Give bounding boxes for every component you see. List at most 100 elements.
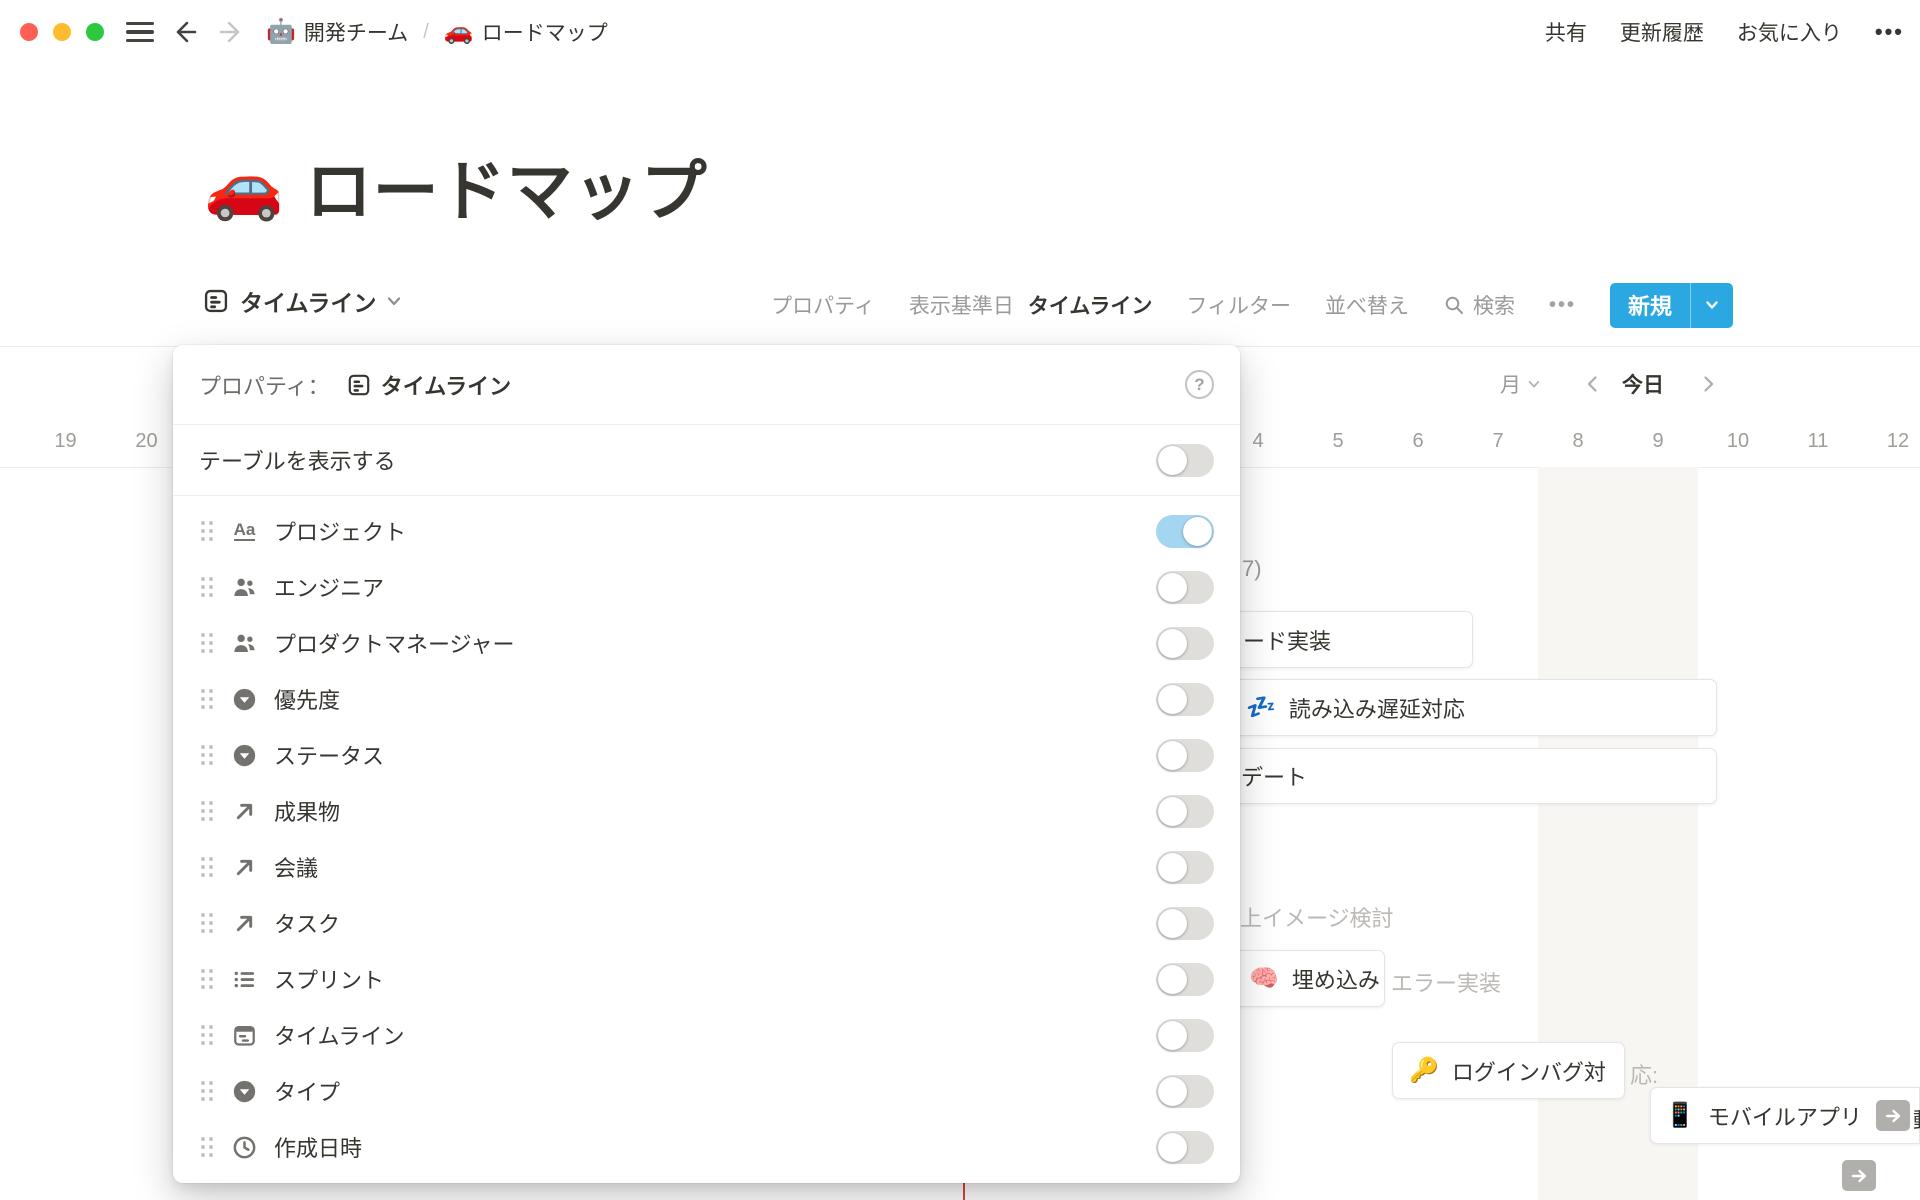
property-visibility-toggle[interactable] <box>1156 1075 1214 1108</box>
property-visibility-toggle[interactable] <box>1156 571 1214 604</box>
drag-handle-icon[interactable] <box>199 1134 215 1160</box>
property-row[interactable]: 優先度 <box>173 671 1240 727</box>
minimize-window-button[interactable] <box>53 23 71 41</box>
property-visibility-toggle[interactable] <box>1156 907 1214 940</box>
property-row[interactable]: タスク <box>173 895 1240 951</box>
property-visibility-toggle[interactable] <box>1156 1019 1214 1052</box>
back-icon[interactable] <box>170 18 198 46</box>
chevron-down-icon <box>386 293 402 309</box>
sidebar-menu-icon[interactable] <box>126 22 154 42</box>
toggle-knob <box>1158 1077 1187 1106</box>
forward-icon[interactable] <box>218 18 246 46</box>
timeline-date[interactable]: 7 <box>1458 424 1538 458</box>
group-header-fragment: 7) <box>1242 556 1262 582</box>
property-label: プロダクトマネージャー <box>274 627 514 659</box>
list-icon <box>231 966 258 993</box>
drag-handle-icon[interactable] <box>199 966 215 992</box>
property-label: 優先度 <box>274 683 340 715</box>
timeline-date[interactable]: 8 <box>1538 424 1618 458</box>
timeline-date[interactable]: 10 <box>1698 424 1778 458</box>
group-by-date-button[interactable]: 表示基準日 タイムライン <box>909 290 1153 320</box>
zoom-window-button[interactable] <box>86 23 104 41</box>
timeline-scale-select[interactable]: 月 <box>1500 364 1541 404</box>
card-overflow-title: 上イメージ検討 <box>1240 901 1394 933</box>
relation-icon <box>231 854 258 881</box>
drag-handle-icon[interactable] <box>199 574 215 600</box>
scroll-to-card-arrow-icon[interactable] <box>1876 1100 1910 1131</box>
timeline-today-button[interactable]: 今日 <box>1622 364 1664 404</box>
timeline-date[interactable]: 5 <box>1298 424 1378 458</box>
property-row[interactable]: タイプ <box>173 1063 1240 1119</box>
close-window-button[interactable] <box>20 23 38 41</box>
search-icon <box>1443 294 1465 316</box>
brain-emoji-icon: 🧠 <box>1249 967 1279 991</box>
more-options-icon[interactable]: ••• <box>1875 19 1904 45</box>
timeline-next-icon[interactable] <box>1698 364 1718 404</box>
property-visibility-toggle[interactable] <box>1156 739 1214 772</box>
drag-handle-icon[interactable] <box>199 910 215 936</box>
property-visibility-toggle[interactable] <box>1156 683 1214 716</box>
property-visibility-toggle[interactable] <box>1156 627 1214 660</box>
property-row[interactable]: プロダクトマネージャー <box>173 615 1240 671</box>
view-more-options-icon[interactable]: ••• <box>1549 294 1576 317</box>
timeline-card[interactable]: 🔑 ログインバグ対 <box>1392 1042 1625 1099</box>
properties-button[interactable]: プロパティ <box>771 290 875 320</box>
property-label: 作成日時 <box>274 1131 362 1163</box>
new-button-chevron-down-icon[interactable] <box>1691 283 1733 328</box>
drag-handle-icon[interactable] <box>199 742 215 768</box>
robot-emoji-icon: 🤖 <box>266 20 296 44</box>
notion-app-window: 🤖 開発チーム / 🚗 ロードマップ 共有 更新履歴 お気に入り ••• 🚗 ロ… <box>0 0 1920 1200</box>
sort-button[interactable]: 並べ替え <box>1325 290 1409 320</box>
share-button[interactable]: 共有 <box>1545 17 1587 47</box>
property-visibility-toggle[interactable] <box>1156 851 1214 884</box>
updates-button[interactable]: 更新履歴 <box>1620 17 1704 47</box>
timeline-date[interactable]: 19 <box>25 424 106 458</box>
property-row[interactable]: 作成日時 <box>173 1119 1240 1175</box>
show-table-label: テーブルを表示する <box>199 444 396 476</box>
property-label: タイムライン <box>274 1019 404 1051</box>
timeline-date[interactable]: 6 <box>1378 424 1458 458</box>
property-visibility-toggle[interactable] <box>1156 963 1214 996</box>
help-icon[interactable]: ? <box>1185 370 1214 399</box>
drag-handle-icon[interactable] <box>199 1022 215 1048</box>
page-icon-car-emoji[interactable]: 🚗 <box>204 154 284 218</box>
property-row[interactable]: 成果物 <box>173 783 1240 839</box>
timeline-date[interactable]: 9 <box>1618 424 1698 458</box>
property-row[interactable]: タイムライン <box>173 1007 1240 1063</box>
chevron-down-icon <box>1527 377 1541 391</box>
timeline-date[interactable]: 12 <box>1858 424 1920 458</box>
property-visibility-toggle[interactable] <box>1156 795 1214 828</box>
page-title[interactable]: ロードマップ <box>306 138 708 234</box>
property-visibility-toggle[interactable] <box>1156 515 1214 548</box>
new-button-label[interactable]: 新規 <box>1610 283 1690 328</box>
drag-handle-icon[interactable] <box>199 854 215 880</box>
new-button[interactable]: 新規 <box>1610 283 1733 328</box>
person-icon <box>231 574 258 601</box>
property-row[interactable]: 会議 <box>173 839 1240 895</box>
toggle-knob <box>1158 1133 1187 1162</box>
timeline-date[interactable]: 11 <box>1778 424 1858 458</box>
property-row[interactable]: エンジニア <box>173 559 1240 615</box>
breadcrumb-team[interactable]: 🤖 開発チーム <box>260 14 414 50</box>
favorite-button[interactable]: お気に入り <box>1737 17 1842 47</box>
person-icon <box>231 630 258 657</box>
filter-button[interactable]: フィルター <box>1186 290 1291 320</box>
breadcrumb-page[interactable]: 🚗 ロードマップ <box>438 14 614 50</box>
popup-header-label: プロパティ： <box>199 369 330 401</box>
scroll-to-card-arrow-icon[interactable] <box>1842 1160 1876 1191</box>
drag-handle-icon[interactable] <box>199 798 215 824</box>
show-table-toggle[interactable] <box>1156 444 1214 477</box>
drag-handle-icon[interactable] <box>199 1078 215 1104</box>
search-button[interactable]: 検索 <box>1443 290 1515 320</box>
timeline-prev-icon[interactable] <box>1583 364 1603 404</box>
property-row[interactable]: Aa プロジェクト <box>173 503 1240 559</box>
property-row[interactable]: スプリント <box>173 951 1240 1007</box>
toggle-knob <box>1183 517 1212 546</box>
property-row[interactable]: ステータス <box>173 727 1240 783</box>
drag-handle-icon[interactable] <box>199 630 215 656</box>
tab-timeline-view[interactable]: タイムライン <box>202 284 402 318</box>
property-label: ステータス <box>274 739 384 771</box>
property-visibility-toggle[interactable] <box>1156 1131 1214 1164</box>
drag-handle-icon[interactable] <box>199 686 215 712</box>
drag-handle-icon[interactable] <box>199 518 215 544</box>
